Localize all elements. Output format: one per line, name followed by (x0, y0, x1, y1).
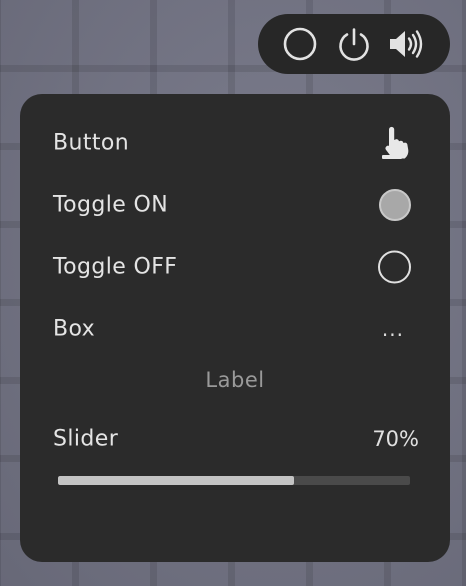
slider-track[interactable] (58, 476, 410, 485)
box-row[interactable]: Box ... (20, 307, 450, 351)
box-value[interactable]: ... (382, 319, 404, 339)
static-label: Label (205, 368, 265, 392)
slider-label: Slider (53, 426, 119, 452)
hand-pointer-icon[interactable] (380, 126, 410, 160)
slider-row: Slider 70% (20, 417, 450, 461)
status-toolbar (258, 14, 450, 74)
slider-value: 70% (372, 427, 419, 451)
toggle-on-row[interactable]: Toggle ON (20, 183, 450, 227)
circle-icon[interactable] (282, 26, 318, 62)
toggle-off-switch[interactable] (378, 250, 411, 284)
toggle-off-indicator (378, 250, 411, 284)
toggle-on-switch[interactable] (379, 189, 411, 221)
toggle-off-label: Toggle OFF (53, 254, 178, 280)
button-label: Button (53, 130, 130, 156)
menu-panel: Button Toggle ON Toggle OFF Box ... Labe… (20, 94, 450, 562)
toggle-on-indicator (379, 189, 411, 221)
button-row[interactable]: Button (20, 121, 450, 165)
box-label: Box (53, 316, 96, 342)
toggle-off-row[interactable]: Toggle OFF (20, 245, 450, 289)
power-icon[interactable] (336, 26, 372, 62)
volume-icon[interactable] (388, 26, 424, 62)
toggle-on-label: Toggle ON (53, 192, 169, 218)
slider-fill (58, 476, 294, 485)
